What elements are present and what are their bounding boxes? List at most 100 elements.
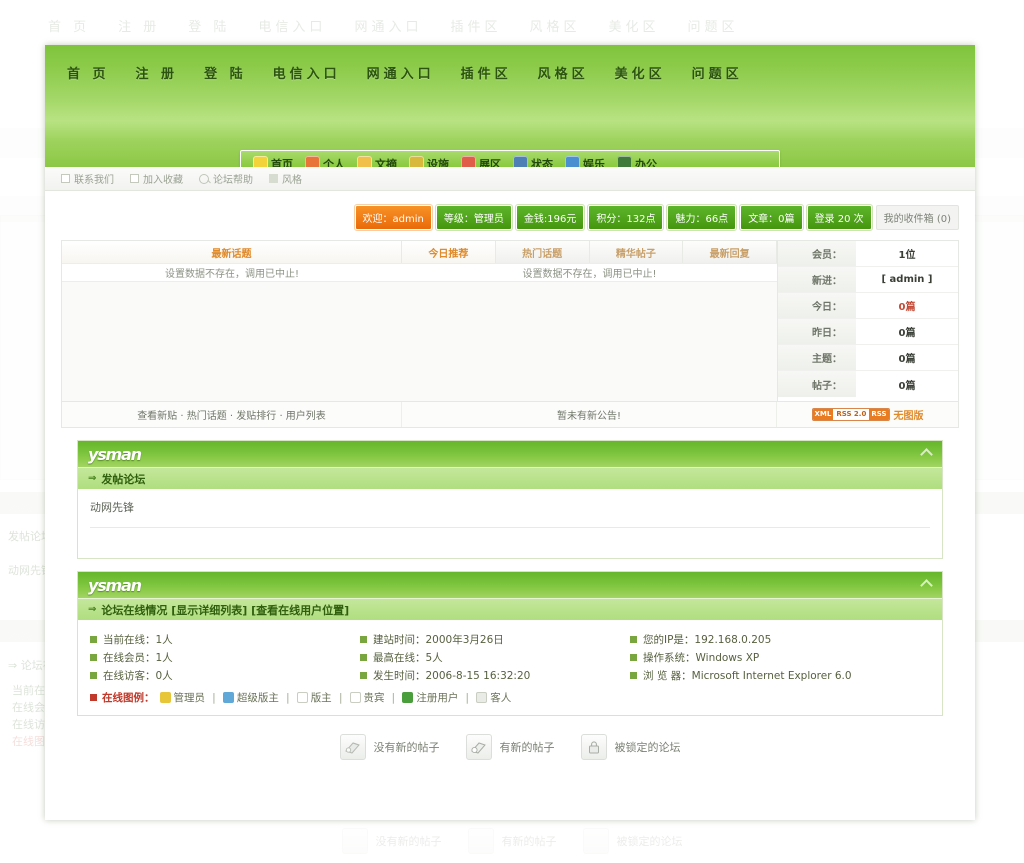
icon-nav-label: 设施 [427,157,449,168]
stat-row-posts: 帖子： 0篇 [778,371,958,397]
nav-item-plugins[interactable]: 插件区 [461,63,512,82]
bullet-icon [90,671,97,679]
online-info-text: 您的IP是：192.168.0.205 [643,633,772,646]
bullet-icon [90,635,97,643]
ghost-nav-item: 登 陆 [188,19,231,35]
background-bottom-legend-ghost: 没有新的帖子 有新的帖子 被锁定的论坛 [0,828,1024,854]
ghost-nav-item: 插件区 [450,19,502,35]
chip-points[interactable]: 积分：132点 [587,204,665,231]
legend-separator: | [338,691,343,704]
footer-announcement: 暂未有新公告! [556,411,621,422]
stat-label: 昨日： [778,319,856,344]
ghost-nav-item: 风格区 [529,19,581,35]
checkbox-icon [130,174,139,183]
nav-item-beautify[interactable]: 美化区 [615,63,666,82]
chip-inbox[interactable]: 我的收件箱 (0) [875,205,959,230]
online-column-right: 您的IP是：192.168.0.205 操作系统：Windows XP 浏 览 … [630,630,930,684]
arrow-icon: ⇒ [88,473,97,484]
vip-badge-icon [349,692,361,703]
legend-item-vip: 贵宾 [349,690,385,705]
guest-badge-icon [476,692,488,703]
online-info-text: 建站时间：2000年3月26日 [373,633,504,646]
nav-item-telecom-entry[interactable]: 电信入口 [273,63,341,82]
ghost-nav-item: 电信入口 [258,19,327,35]
stat-row-yesterday: 昨日： 0篇 [778,319,958,345]
stat-value: [ admin ] [881,274,933,285]
chip-welcome[interactable]: 欢迎：admin [353,204,433,231]
legend-item-guest: 客人 [476,690,511,705]
nav-item-login[interactable]: 登 陆 [204,63,247,82]
bullet-icon [90,694,97,701]
chip-money[interactable]: 金钱:196元 [514,204,586,231]
ghost-nav-item: 网通入口 [354,19,423,35]
toolbar-add-favorite[interactable]: 加入收藏 [130,171,183,186]
icon-nav-status[interactable]: 状态 [513,156,553,168]
icon-nav-gallery[interactable]: 展区 [461,156,501,167]
content-area: 欢迎：admin 等级：管理员 金钱:196元 积分：132点 魅力：66点 文… [45,191,975,774]
forum-card-title[interactable]: 发帖论坛 [101,471,145,487]
online-info-row: 建站时间：2000年3月26日 [360,630,630,648]
icon-nav-person[interactable]: 个人 [305,156,345,167]
stat-label: 今日： [778,293,856,318]
icon-nav-facilities[interactable]: 设施 [409,156,449,168]
icon-nav-entertainment[interactable]: 娱乐 [565,156,605,167]
rss-badge[interactable]: XML RSS 2.0 RSS [811,408,890,421]
icon-nav-digest[interactable]: 文摘 [357,156,397,167]
online-info-row: 在线访客：0人 [90,666,360,684]
stat-label: 新进： [778,267,856,292]
chip-login-count[interactable]: 登录 20 次 [805,204,873,231]
main-window: 首 页 注 册 登 陆 电信入口 网通入口 插件区 风格区 美化区 问题区 首页 [45,45,975,820]
stat-label: 主题： [778,345,856,370]
no-image-version-link[interactable]: 无图版 [894,407,924,422]
moderator-badge-icon [296,692,308,703]
ysman-logo: ysman [88,575,142,595]
nav-item-netcom-entry[interactable]: 网通入口 [367,63,435,82]
legend-label: 没有新的帖子 [373,741,440,754]
legend-item-super-mod: 超级版主 [222,690,279,705]
online-info-text: 在线访客：0人 [103,669,173,682]
nav-item-questions[interactable]: 问题区 [692,63,743,82]
tab-today-recommend[interactable]: 今日推荐 [402,241,496,263]
icon-nav-office[interactable]: 办公 [617,156,657,167]
online-card-title[interactable]: 论坛在线情况 [显示详细列表] [查看在线用户位置] [101,602,349,618]
gallery-icon [461,156,476,167]
icon-nav-home[interactable]: 首页 [253,156,293,167]
online-card-subheader: ⇒ 论坛在线情况 [显示详细列表] [查看在线用户位置] [78,598,942,620]
bullet-icon [630,653,637,661]
nav-item-home[interactable]: 首 页 [67,63,110,82]
chip-articles[interactable]: 文章：0篇 [739,204,804,231]
legend-label: 管理员 [173,692,206,704]
legend-title: 在线图例： [102,692,155,704]
checkbox-icon [61,174,70,183]
nav-item-register[interactable]: 注 册 [136,63,179,82]
tab-featured-posts[interactable]: 精华帖子 [589,241,684,263]
arrow-icon: ⇒ [88,604,97,615]
tools-icon [409,156,424,167]
toolbar-contact-us[interactable]: 联系我们 [61,171,114,186]
ghost-legend-label: 被锁定的论坛 [616,835,683,848]
legend-locked-forum: 被锁定的论坛 [580,734,681,760]
legend-label: 版主 [310,692,332,704]
chip-rank[interactable]: 等级：管理员 [434,204,513,231]
magnifier-icon [199,173,209,184]
forum-list-item[interactable]: 动网先锋 [90,499,930,515]
online-info-text: 在线会员：1人 [103,651,173,664]
left-tab-message: 设置数据不存在，调用已中止! [164,269,299,280]
online-info-row: 在线会员：1人 [90,648,360,666]
toolbar-forum-help[interactable]: 论坛帮助 [199,171,253,186]
stat-label: 帖子： [778,371,856,397]
stat-label: 会员： [778,241,856,266]
bullet-icon [360,653,367,661]
collapse-chevron-icon[interactable] [921,578,932,589]
tab-latest-replies[interactable]: 最新回复 [683,241,777,263]
page-root: 首 页 注 册 登 陆 电信入口 网通入口 插件区 风格区 美化区 问题区 ys… [0,0,1024,863]
chip-charm[interactable]: 魅力：66点 [666,204,738,231]
toolbar-style[interactable]: 风格 [269,171,302,186]
tab-latest-topics[interactable]: 最新话题 [62,241,402,263]
collapse-chevron-icon[interactable] [921,447,932,458]
nav-item-styles[interactable]: 风格区 [538,63,589,82]
icon-nav-label: 状态 [531,157,553,168]
footer-quick-links[interactable]: 查看新贴 · 热门话题 · 发贴排行 · 用户列表 [62,402,402,427]
bullet-icon [630,671,637,679]
tab-hot-topics[interactable]: 热门话题 [495,241,590,263]
